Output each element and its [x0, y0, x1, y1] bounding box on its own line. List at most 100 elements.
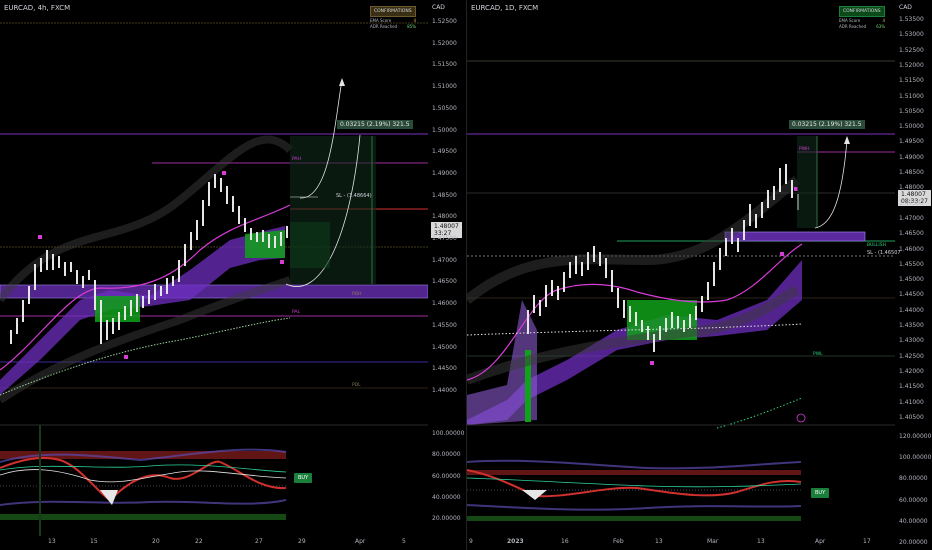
level-tag-pdh: PDH: [352, 292, 362, 297]
price-tick-label: 1.53000: [899, 31, 924, 39]
right-x-label: Apr: [815, 538, 826, 545]
right-chart-panel[interactable]: EURCAD, 1D, FXCM CONFIRMATIONS EMA Score…: [466, 0, 932, 550]
right-currency: CAD: [899, 4, 912, 11]
right-x-label: 2023: [507, 538, 524, 545]
left-chart-title: EURCAD, 4h, FXCM: [4, 4, 71, 12]
left-x-label: 5: [402, 538, 406, 545]
price-tick-label: 1.52500: [899, 46, 924, 54]
adr-value: 85%: [407, 24, 416, 29]
price-tick-label: 1.48500: [432, 191, 457, 199]
right-measure-label: 0.03215 (2.19%) 321.5: [789, 120, 865, 129]
osc-tick-label: 20.00000: [432, 515, 461, 523]
price-tick-label: 1.47000: [899, 214, 924, 222]
right-x-label: 13: [757, 538, 765, 545]
osc-tick-label: 100.00000: [899, 454, 932, 462]
price-tick-label: 1.51000: [899, 92, 924, 100]
ema-score-value: 4: [882, 18, 885, 23]
price-tick-label: 1.52000: [899, 61, 924, 69]
level-tag-bullish: BULLISH: [867, 243, 886, 248]
price-tick-label: 1.46000: [899, 245, 924, 253]
left-currency: CAD: [432, 4, 445, 11]
osc-tick-label: 100.00000: [432, 430, 465, 437]
price-tick-label: 1.44500: [432, 365, 457, 373]
confirmations-header: CONFIRMATIONS: [370, 6, 416, 17]
right-x-label: 17: [863, 538, 871, 545]
price-tick-label: 1.51500: [899, 77, 924, 85]
price-tick-label: 1.45500: [432, 321, 457, 329]
price-tick-label: 1.48000: [899, 184, 924, 192]
osc-tick-label: 60.00000: [899, 496, 928, 504]
left-time-axis[interactable]: 13 15 20 22 27 29 Apr 5: [0, 536, 428, 550]
adr-value: 63%: [876, 24, 885, 29]
right-x-label: Mar: [707, 538, 719, 545]
price-tick-label: 1.44000: [899, 306, 924, 314]
price-tick-label: 1.47500: [899, 199, 924, 207]
price-tick-label: 1.50000: [432, 126, 457, 134]
ema-score-value: 4: [413, 18, 416, 23]
adr-label: ADR Reached: [839, 24, 867, 29]
price-tick-label: 1.46500: [899, 230, 924, 238]
left-confirmations-panel: CONFIRMATIONS EMA Score 4 ADR Reached 85%: [370, 6, 416, 29]
price-tick-label: 1.50500: [899, 107, 924, 115]
left-measure-label: 0.03215 (2.19%) 321.5: [337, 120, 413, 129]
right-x-label: 13: [655, 538, 663, 545]
price-tick-label: 1.41500: [899, 383, 924, 391]
left-x-label: 15: [90, 538, 98, 545]
right-x-label: 9: [469, 538, 473, 545]
osc-tick-label: 80.00000: [899, 475, 928, 483]
price-tick-label: 1.45000: [432, 343, 457, 351]
left-buy-button[interactable]: BUY: [294, 473, 313, 483]
price-tick-label: 1.43500: [899, 322, 924, 329]
left-x-label: 27: [255, 538, 263, 545]
right-buy-button[interactable]: BUY: [811, 488, 830, 498]
price-tick-label: 1.53500: [899, 16, 924, 23]
right-x-label: 16: [561, 538, 569, 545]
price-tick-label: 1.45500: [899, 260, 924, 268]
right-chart-title: EURCAD, 1D, FXCM: [471, 4, 539, 12]
price-tick-label: 1.44000: [432, 386, 457, 394]
osc-tick-label: 120.00000: [899, 433, 932, 440]
left-price-axis[interactable]: CAD 1.52500 1.52000 1.51500 1.51000 1.50500 1…: [428, 0, 466, 550]
left-chart-panel[interactable]: EURCAD, 4h, FXCM CONFIRMATIONS EMA Score…: [0, 0, 466, 550]
confirmations-header: CONFIRMATIONS: [839, 6, 885, 17]
left-x-label: 20: [152, 538, 160, 545]
right-price-axis[interactable]: CAD 1.53500 1.53000 1.52500 1.52000 1.51500 1…: [895, 0, 932, 550]
price-tick-label: 1.51500: [432, 61, 457, 69]
price-tick-label: 1.42500: [899, 352, 924, 360]
left-x-label: 22: [195, 538, 203, 545]
osc-tick-label: 40.00000: [899, 517, 928, 525]
price-tick-label: 1.46000: [432, 300, 457, 308]
price-tick-label: 1.52500: [432, 18, 457, 25]
level-tag-pwh: PWH: [799, 147, 810, 152]
price-tick-label: 1.47000: [432, 256, 457, 264]
price-tick-label: 1.42000: [899, 367, 924, 375]
price-tick-label: 1.41000: [899, 398, 924, 406]
adr-label: ADR Reached: [370, 24, 398, 29]
level-tag-pdl: PDL: [352, 383, 361, 388]
right-confirmations-panel: CONFIRMATIONS EMA Score 4 ADR Reached 63%: [839, 6, 885, 29]
left-x-label: 29: [298, 538, 306, 545]
price-tick-label: 1.43000: [899, 337, 924, 345]
right-x-label: Feb: [613, 538, 624, 545]
price-tick-label: 1.48000: [432, 213, 457, 221]
price-tick-label: 1.40500: [899, 413, 924, 421]
left-x-label: 13: [48, 538, 56, 545]
price-tick-label: 1.51000: [432, 83, 457, 91]
price-tick-label: 1.52000: [432, 39, 457, 47]
price-tick-label: 1.48500: [899, 169, 924, 176]
price-tick-label: 1.50000: [899, 123, 924, 131]
price-tick-label: 1.50500: [432, 104, 457, 112]
price-tick-label: 1.44500: [899, 291, 924, 299]
price-tick-label: 1.49000: [432, 169, 457, 177]
right-time-axis[interactable]: 9 2023 16 Feb 13 Mar 13 Apr 17: [467, 536, 895, 550]
price-tick-label: 1.49000: [899, 153, 924, 161]
left-chart-canvas[interactable]: [0, 0, 428, 550]
osc-tick-label: 20.00000: [899, 539, 928, 546]
left-x-label: Apr: [355, 538, 366, 545]
price-tick-label: 1.46500: [432, 278, 457, 286]
price-tick-label: 1.49500: [899, 138, 924, 146]
level-tag-pah: PAH: [292, 157, 301, 162]
ema-score-label: EMA Score: [370, 18, 392, 23]
right-chart-canvas[interactable]: [467, 0, 895, 550]
ema-score-label: EMA Score: [839, 18, 861, 23]
